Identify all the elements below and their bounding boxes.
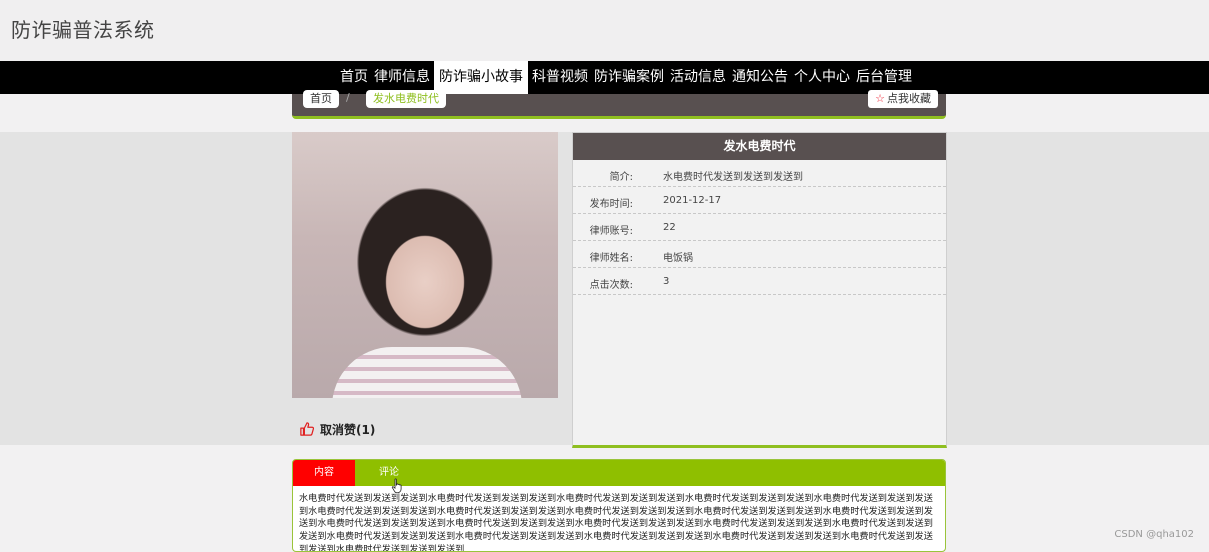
breadcrumb-separator: /: [346, 91, 350, 104]
detail-row-date: 发布时间: 2021-12-17: [573, 187, 946, 214]
star-icon: ☆: [875, 92, 885, 105]
nav-item-notices[interactable]: 通知公告: [730, 61, 790, 94]
unlike-button[interactable]: 取消赞(1): [300, 421, 375, 437]
breadcrumb-current: 发水电费时代: [366, 90, 446, 108]
tab-comment[interactable]: 评论: [369, 460, 409, 486]
detail-row-clicks: 点击次数: 3: [573, 268, 946, 295]
detail-row-account: 律师账号: 22: [573, 214, 946, 241]
top-header: 防诈骗普法系统: [0, 0, 1209, 61]
favorite-label: 点我收藏: [887, 92, 931, 105]
hand-cursor-icon: [391, 478, 402, 494]
watermark: CSDN @qha102: [1114, 529, 1194, 540]
detail-label: 律师账号:: [589, 226, 633, 237]
detail-value: 3: [663, 276, 670, 287]
breadcrumb: 首页 / 发水电费时代 ☆ 点我收藏: [292, 90, 946, 119]
main-nav: 首页 律师信息 防诈骗小故事 科普视频 防诈骗案例 活动信息 通知公告 个人中心…: [0, 61, 1209, 94]
detail-value: 22: [663, 222, 676, 233]
detail-label: 简介:: [609, 172, 633, 183]
story-image: [292, 132, 558, 398]
detail-row-intro: 简介: 水电费时代发送到发送到发送到: [573, 160, 946, 187]
image-detail: [332, 347, 522, 398]
site-title: 防诈骗普法系统: [11, 18, 155, 42]
unlike-label: 取消赞(1): [320, 422, 376, 437]
detail-label: 点击次数:: [589, 280, 633, 291]
tab-content[interactable]: 内容: [293, 460, 355, 486]
content-tabs: 内容 评论 水电费时代发送到发送到发送到水电费时代发送到发送到发送到水电费时代发…: [292, 459, 946, 552]
detail-value: 2021-12-17: [663, 195, 722, 206]
nav-item-cases[interactable]: 防诈骗案例: [592, 61, 666, 94]
nav-item-videos[interactable]: 科普视频: [530, 61, 590, 94]
detail-label: 律师姓名:: [589, 253, 633, 264]
nav-item-profile[interactable]: 个人中心: [792, 61, 852, 94]
thumbs-up-icon: [300, 422, 314, 436]
detail-value: 电饭锅: [663, 253, 693, 264]
nav-item-stories[interactable]: 防诈骗小故事: [434, 61, 528, 94]
detail-title: 发水电费时代: [573, 133, 946, 160]
detail-label: 发布时间:: [589, 199, 633, 210]
content-text: 水电费时代发送到发送到发送到水电费时代发送到发送到发送到水电费时代发送到发送到发…: [299, 493, 933, 552]
detail-value: 水电费时代发送到发送到发送到: [663, 172, 803, 183]
tabs-bar: 内容 评论: [293, 460, 945, 494]
nav-item-activities[interactable]: 活动信息: [668, 61, 728, 94]
breadcrumb-home[interactable]: 首页: [303, 90, 339, 108]
favorite-button[interactable]: ☆ 点我收藏: [868, 90, 938, 108]
detail-row-name: 律师姓名: 电饭锅: [573, 241, 946, 268]
nav-item-home[interactable]: 首页: [338, 61, 370, 94]
detail-panel: 发水电费时代 简介: 水电费时代发送到发送到发送到 发布时间: 2021-12-…: [572, 132, 947, 448]
